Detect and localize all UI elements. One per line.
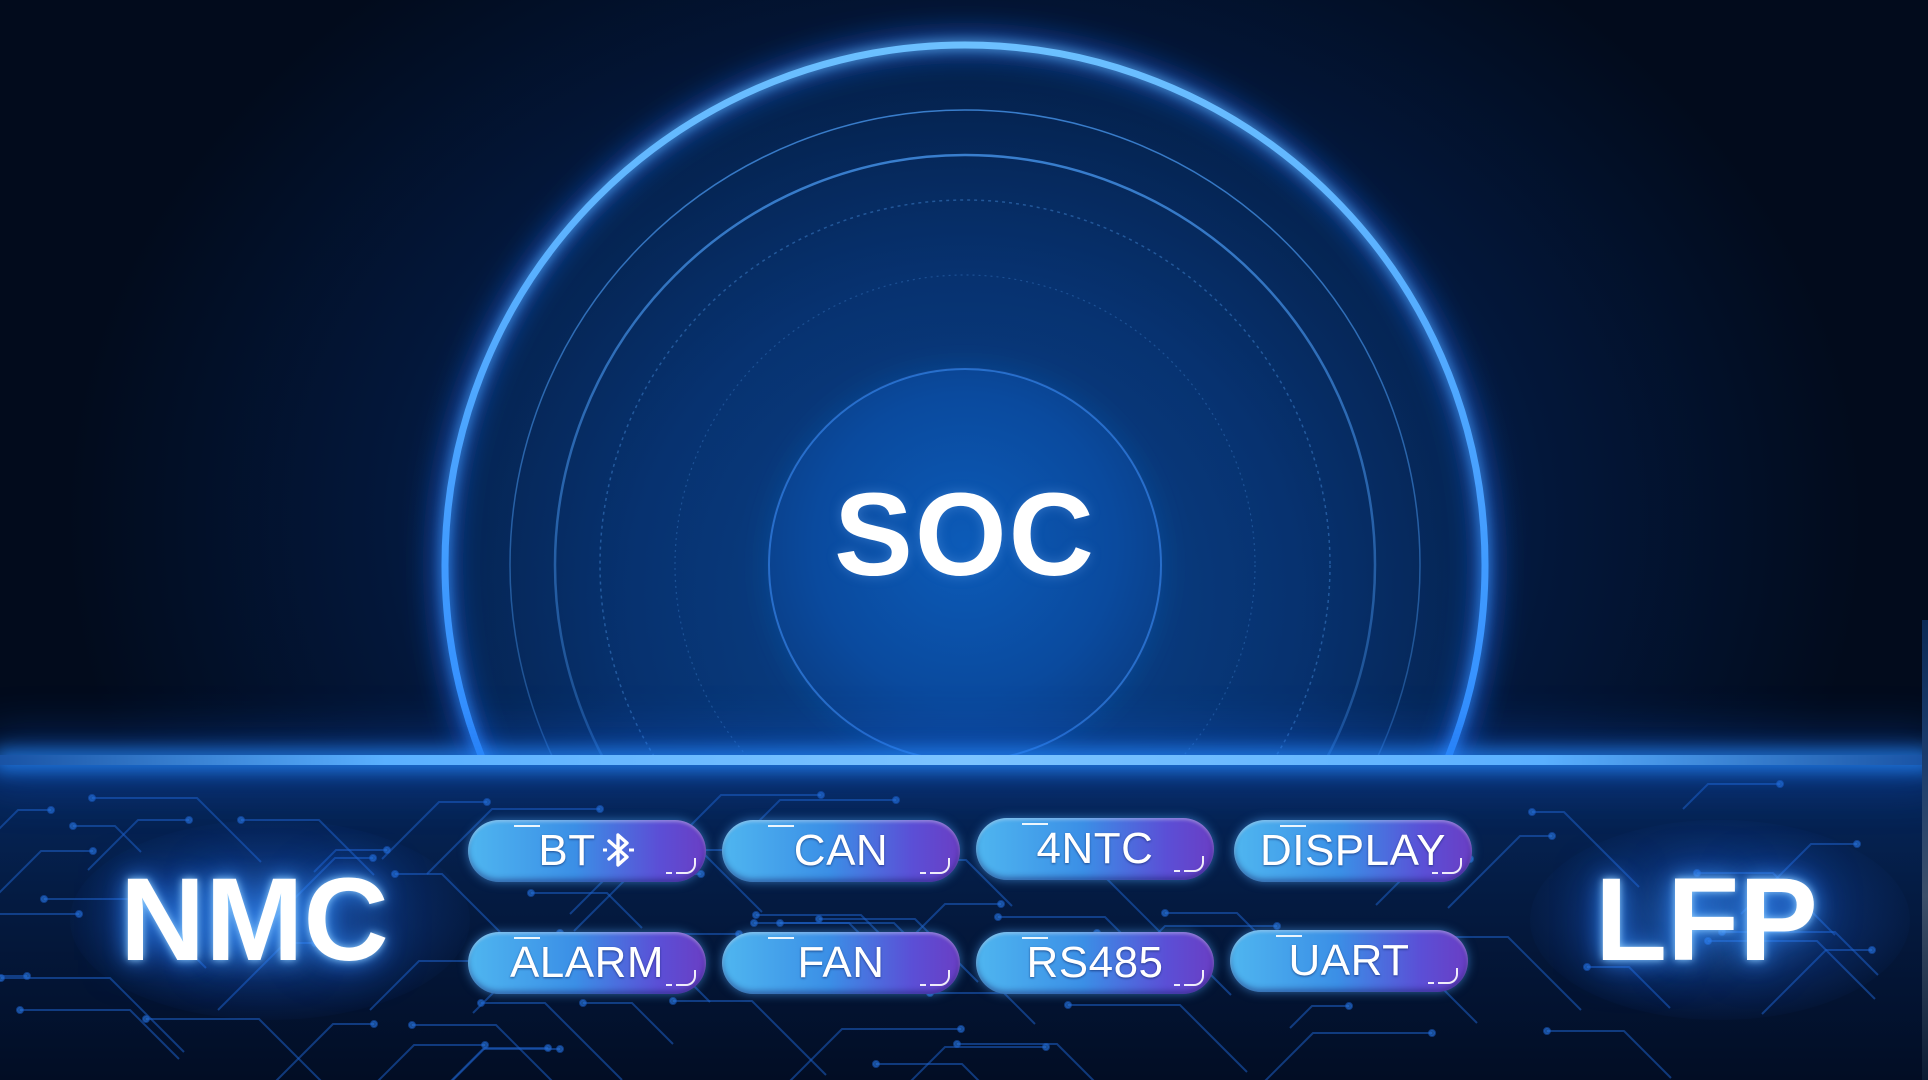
circuit-trace	[876, 1063, 980, 1080]
circuit-node	[1042, 1043, 1050, 1051]
circuit-node	[556, 1045, 564, 1053]
circuit-trace	[1264, 1032, 1432, 1080]
feature-label: CAN	[793, 826, 889, 875]
soc-ring-graphic	[432, 32, 1498, 760]
circuit-trace	[1547, 1030, 1672, 1079]
feature-label: UART	[1288, 936, 1410, 985]
circuit-node	[1345, 1002, 1353, 1010]
circuit-trace	[789, 1028, 961, 1080]
circuit-trace	[377, 1044, 485, 1080]
feature-pill-uart[interactable]: UART	[1230, 930, 1468, 992]
pill-corner-mark	[1442, 858, 1462, 874]
circuit-node	[1548, 832, 1556, 840]
circuit-node	[1776, 780, 1784, 788]
circuit-trace	[583, 1002, 674, 1045]
pill-corner-mark	[920, 872, 926, 874]
feature-label: DISPLAY	[1259, 826, 1447, 875]
pill-corner-mark	[930, 970, 950, 986]
circuit-node	[408, 1021, 416, 1029]
circuit-node	[483, 798, 491, 806]
circuit-node	[40, 895, 48, 903]
soc-title: SOC	[834, 469, 1096, 601]
pill-corner-mark	[666, 872, 672, 874]
feature-pill-4ntc[interactable]: 4NTC	[976, 818, 1214, 880]
feature-label: RS485	[1026, 938, 1164, 987]
circuit-node	[1528, 808, 1536, 816]
bluetooth-icon	[602, 833, 634, 868]
feature-pill-alarm[interactable]: ALARM	[468, 932, 706, 994]
pill-corner-mark	[920, 984, 926, 986]
circuit-trace	[1068, 1004, 1248, 1073]
circuit-trace	[275, 1023, 374, 1080]
feature-label: FAN	[797, 938, 885, 987]
circuit-trace	[20, 1009, 180, 1060]
feature-pill-fan[interactable]: FAN	[722, 932, 960, 994]
pill-corner-mark	[1428, 982, 1434, 984]
feature-pill-grid: BT CAN 4NTC DISPLAY ALARM FAN RS485 UART	[468, 818, 1478, 1000]
circuit-node	[1428, 1029, 1436, 1037]
feature-pill-rs485[interactable]: RS485	[976, 932, 1214, 994]
pill-corner-mark	[514, 825, 540, 827]
circuit-trace	[1682, 783, 1780, 810]
pill-corner-mark	[930, 858, 950, 874]
right-edge-strip	[1922, 620, 1928, 1080]
pill-corner-mark	[1174, 870, 1180, 872]
circuit-trace	[0, 913, 79, 915]
pill-corner-mark	[1184, 970, 1204, 986]
battery-type-lfp: LFP	[1595, 854, 1818, 986]
feature-label: ALARM	[509, 938, 665, 987]
pill-corner-mark	[1184, 856, 1204, 872]
circuit-node	[1543, 1027, 1551, 1035]
feature-label: BT	[538, 826, 596, 875]
circuit-trace	[957, 1043, 1095, 1080]
circuit-node	[142, 1015, 150, 1023]
pill-corner-mark	[768, 825, 794, 827]
circuit-node	[23, 972, 31, 980]
feature-pill-can[interactable]: CAN	[722, 820, 960, 882]
circuit-node	[88, 794, 96, 802]
circuit-node	[872, 1060, 880, 1068]
feature-pill-bt[interactable]: BT	[468, 820, 706, 882]
pill-corner-mark	[676, 970, 696, 986]
circuit-node	[47, 806, 55, 814]
pill-corner-mark	[1174, 984, 1180, 986]
pill-corner-mark	[768, 937, 794, 939]
circuit-node	[185, 816, 193, 824]
circuit-trace	[0, 809, 51, 830]
circuit-node	[89, 847, 97, 855]
circuit-node	[69, 822, 77, 830]
circuit-node	[544, 1044, 552, 1052]
feature-label: 4NTC	[1036, 824, 1154, 873]
circuit-trace	[412, 1024, 553, 1080]
pill-corner-mark	[666, 984, 672, 986]
circuit-trace	[451, 1047, 548, 1080]
circuit-node	[1064, 1001, 1072, 1009]
pill-corner-mark	[1432, 872, 1438, 874]
circuit-node	[817, 791, 825, 799]
circuit-node	[579, 999, 587, 1007]
circuit-node	[16, 1006, 24, 1014]
circuit-trace	[146, 1018, 322, 1080]
pill-corner-mark	[1438, 968, 1458, 984]
circuit-node	[370, 1020, 378, 1028]
feature-pill-display[interactable]: DISPLAY	[1234, 820, 1472, 882]
circuit-node	[1853, 840, 1861, 848]
circuit-trace	[673, 1000, 827, 1076]
horizon-glow-line	[0, 755, 1928, 765]
circuit-trace	[481, 1002, 623, 1080]
circuit-node	[957, 1025, 965, 1033]
circuit-node	[892, 796, 900, 804]
circuit-trace	[1289, 1005, 1349, 1029]
battery-type-nmc: NMC	[120, 854, 389, 986]
hero-banner: SOC NMC LFP BT CAN 4NTC DISPLAY ALARM FA…	[0, 0, 1928, 1080]
pill-corner-mark	[676, 858, 696, 874]
circuit-node	[596, 805, 604, 813]
